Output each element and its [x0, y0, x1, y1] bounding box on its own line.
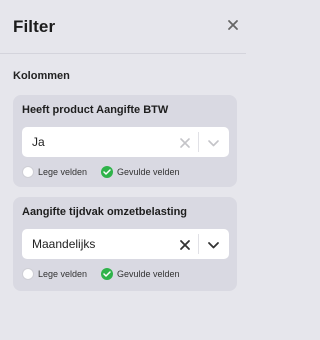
select-divider: [198, 234, 199, 254]
chevron-down-icon[interactable]: [207, 136, 220, 148]
panel-title: Filter: [13, 17, 56, 36]
select-value: Ja: [32, 135, 45, 149]
filter-select-btw[interactable]: Ja: [22, 127, 229, 157]
clear-icon[interactable]: [179, 238, 191, 250]
check-icon: [101, 166, 113, 178]
section-label-kolommen: Kolommen: [13, 70, 70, 82]
filter-panel: Filter Kolommen Heeft product Aangifte B…: [0, 0, 246, 340]
filter-select-omzetbelasting[interactable]: Maandelijks: [22, 229, 229, 259]
close-icon[interactable]: [226, 18, 240, 32]
panel-header: Filter: [0, 0, 246, 54]
chevron-down-icon[interactable]: [207, 238, 220, 250]
filter-card-omzetbelasting: Aangifte tijdvak omzetbelasting Maandeli…: [13, 197, 237, 291]
option-label: Gevulde velden: [117, 269, 180, 279]
radio-icon: [22, 166, 34, 178]
option-label: Lege velden: [38, 269, 88, 279]
select-divider: [198, 132, 199, 152]
option-label: Gevulde velden: [117, 167, 180, 177]
check-icon: [101, 268, 113, 280]
option-label: Lege velden: [38, 167, 88, 177]
select-value: Maandelijks: [32, 237, 96, 251]
filter-title: Aangifte tijdvak omzetbelasting: [22, 206, 188, 218]
radio-icon: [22, 268, 34, 280]
filter-card-btw: Heeft product Aangifte BTW Ja Lege velde…: [13, 95, 237, 187]
filter-title: Heeft product Aangifte BTW: [22, 104, 169, 116]
clear-icon[interactable]: [179, 136, 191, 148]
